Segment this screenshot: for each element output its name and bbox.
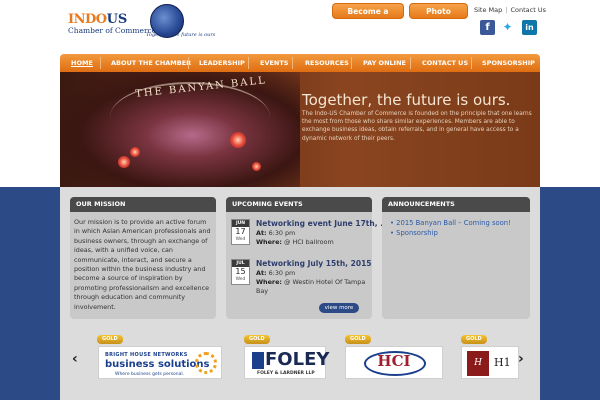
- gold-badge: GOLD: [461, 335, 487, 344]
- announcements-heading: ANNOUNCEMENTS: [382, 197, 530, 212]
- date-day: 17: [235, 227, 246, 236]
- nav-events[interactable]: EVENTS: [260, 54, 288, 72]
- mission-heading: OUR MISSION: [70, 197, 216, 212]
- nav-divider: [188, 57, 189, 69]
- logo-us: US: [106, 12, 128, 27]
- foley-logo-icon: [252, 352, 264, 369]
- calendar-date-icon: JUN 17 Wed: [231, 219, 250, 245]
- lamp-icon: [118, 156, 130, 168]
- logo-text: INDOUS Chamber of Commerce: [68, 10, 156, 35]
- bhn-tagline: Where business gets personal.: [115, 372, 185, 377]
- announcement-link[interactable]: Sponsorship: [390, 228, 522, 238]
- carousel-prev-icon[interactable]: ‹: [72, 351, 78, 367]
- nav-divider: [351, 57, 352, 69]
- contact-us-link[interactable]: Contact Us: [510, 6, 546, 14]
- gold-badge: GOLD: [97, 335, 123, 344]
- nav-about[interactable]: ABOUT THE CHAMBER: [111, 54, 191, 72]
- site-map-link[interactable]: Site Map: [474, 6, 502, 14]
- gold-badge: GOLD: [244, 335, 270, 344]
- h1-logo-icon: H: [467, 351, 489, 376]
- lamp-icon: [252, 162, 261, 171]
- nav-leadership[interactable]: LEADERSHIP: [199, 54, 245, 72]
- event-title[interactable]: Networking event June 17th, ...: [256, 219, 389, 228]
- gold-badge: GOLD: [345, 335, 371, 344]
- sponsor-h1[interactable]: H H1: [461, 346, 519, 379]
- nav-divider: [471, 57, 472, 69]
- announcement-link[interactable]: 2015 Banyan Ball – Coming soon!: [390, 218, 522, 228]
- bhn-top-text: BRIGHT HOUSE NETWORKS: [105, 352, 188, 358]
- date-month: JUL: [232, 260, 249, 267]
- nav-contact-us[interactable]: CONTACT US: [422, 54, 468, 72]
- calendar-date-icon: JUL 15 Wed: [231, 259, 250, 285]
- bhn-logo-icon: [195, 352, 217, 374]
- date-month: JUN: [232, 220, 249, 227]
- date-weekday: Wed: [235, 277, 246, 282]
- view-more-button[interactable]: view more: [319, 303, 359, 313]
- event-time: At: 6:30 pm: [256, 269, 296, 277]
- sponsor-hci[interactable]: HCI: [345, 346, 443, 379]
- events-panel: UPCOMING EVENTS JUN 17 Wed Networking ev…: [226, 197, 389, 319]
- nav-divider: [100, 57, 101, 69]
- hero-body: The Indo-US Chamber of Commerce is found…: [302, 111, 532, 142]
- page-container: INDOUS Chamber of Commerce Together, the…: [60, 0, 546, 400]
- nav-divider: [248, 57, 249, 69]
- sponsor-carousel: ‹ › GOLD BRIGHT HOUSE NETWORKS business …: [60, 327, 540, 387]
- logo-indo: INDO: [68, 12, 107, 27]
- twitter-icon[interactable]: ✦: [500, 20, 515, 35]
- nav-divider: [292, 57, 293, 69]
- top-links: Site Map | Contact Us: [474, 6, 546, 14]
- nav-sponsorship[interactable]: SPONSORSHIP: [482, 54, 535, 72]
- main-nav: HOME ABOUT THE CHAMBER LEADERSHIP EVENTS…: [60, 54, 540, 72]
- logo-subtitle: Chamber of Commerce: [68, 26, 157, 35]
- photo-gallery-button[interactable]: Photo Gallery: [409, 3, 468, 32]
- date-day: 15: [235, 267, 246, 276]
- linkedin-icon[interactable]: in: [522, 20, 537, 35]
- announcements-panel: ANNOUNCEMENTS 2015 Banyan Ball – Coming …: [382, 197, 530, 319]
- foley-sub-text: FOLEY & LARDNER LLP: [257, 371, 315, 376]
- hero-title: Together, the future is ours.: [302, 91, 511, 109]
- lamp-icon: [130, 147, 140, 157]
- mission-panel: OUR MISSION Our mission is to provide an…: [70, 197, 216, 319]
- nav-divider: [410, 57, 411, 69]
- bhn-main-text: business solutions: [105, 359, 210, 370]
- content-panels: OUR MISSION Our mission is to provide an…: [60, 187, 540, 400]
- lamp-icon: [230, 132, 246, 148]
- facebook-icon[interactable]: f: [480, 20, 495, 35]
- chamber-logo[interactable]: INDOUS Chamber of Commerce Together, the…: [68, 4, 215, 50]
- hci-text: HCI: [377, 352, 411, 370]
- mission-text: Our mission is to provide an active foru…: [74, 218, 211, 311]
- nav-home[interactable]: HOME: [71, 54, 93, 72]
- nav-resources[interactable]: RESOURCES: [305, 54, 349, 72]
- event-time: At: 6:30 pm: [256, 229, 296, 237]
- nav-pay-online[interactable]: PAY ONLINE: [363, 54, 406, 72]
- date-weekday: Wed: [235, 237, 246, 242]
- hero-banner: THE BANYAN BALL Together, the future is …: [60, 72, 540, 187]
- events-heading: UPCOMING EVENTS: [226, 197, 372, 212]
- event-where: Where: @ Westin Hotel Of Tampa: [256, 278, 366, 286]
- event-where: Where: @ HCI ballroom: [256, 238, 334, 246]
- h1-text: H1: [494, 356, 511, 369]
- sponsor-bright-house[interactable]: BRIGHT HOUSE NETWORKS business solutions…: [98, 346, 222, 379]
- globe-tagline: Together, the future is ours: [146, 32, 216, 38]
- sponsor-foley[interactable]: FOLEY FOLEY & LARDNER LLP: [244, 346, 330, 379]
- event-where-cont: Bay: [256, 287, 269, 295]
- foley-main-text: FOLEY: [265, 349, 330, 370]
- event-title[interactable]: Networking July 15th, 2015: [256, 259, 372, 268]
- become-member-button[interactable]: Become a Member: [332, 3, 404, 32]
- announcements-list: 2015 Banyan Ball – Coming soon! Sponsors…: [382, 212, 530, 244]
